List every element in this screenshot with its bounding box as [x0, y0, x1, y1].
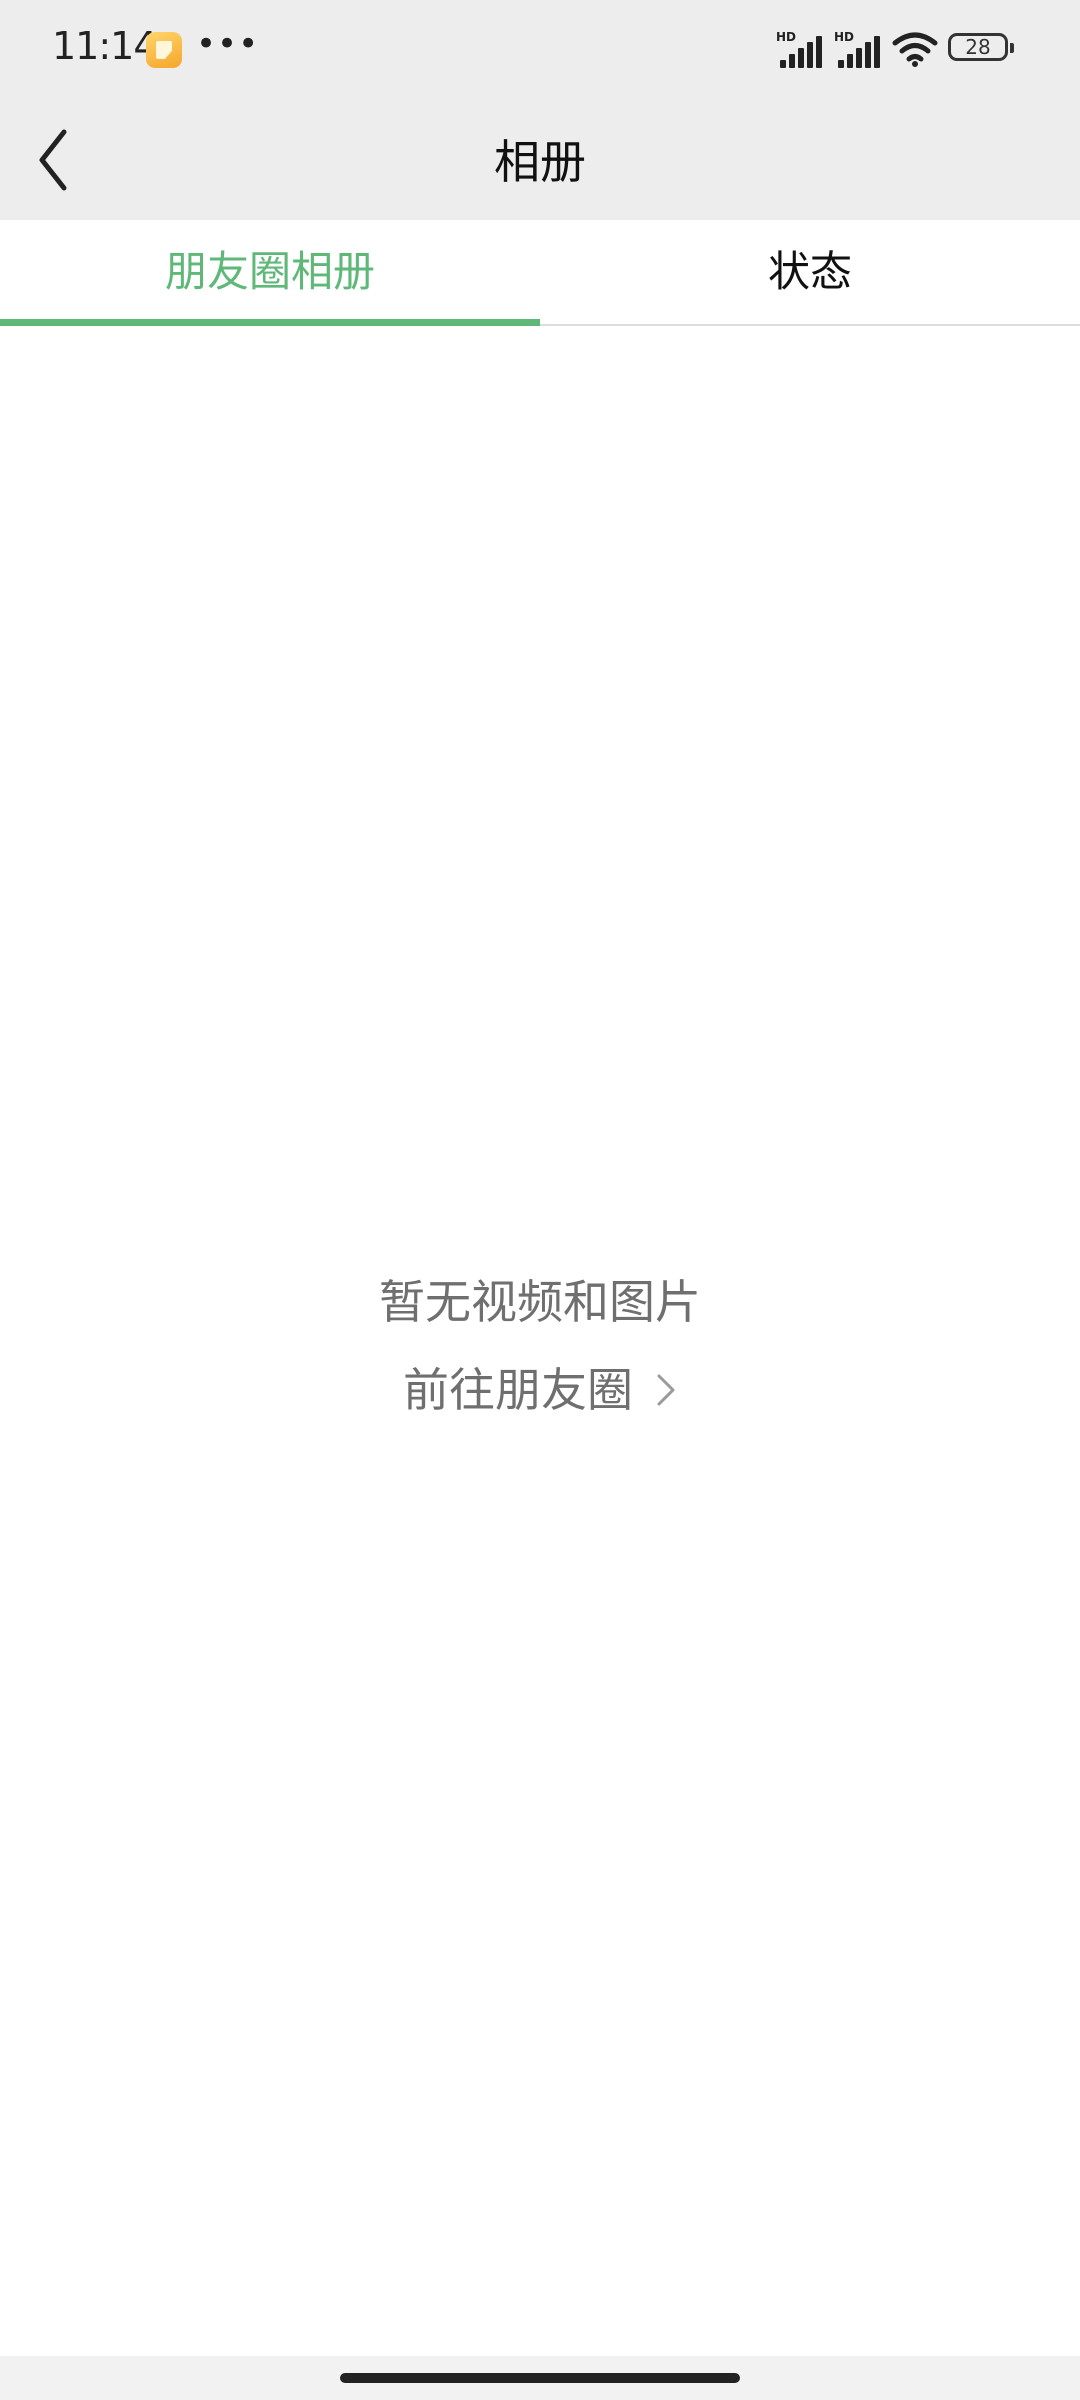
- tab-label: 状态: [767, 247, 852, 296]
- home-indicator[interactable]: [340, 2373, 740, 2383]
- tab-status[interactable]: 状态: [540, 220, 1080, 324]
- tab-bar: 朋友圈相册 状态: [0, 220, 1080, 326]
- battery-icon: 28: [948, 33, 1014, 61]
- wifi-icon: [892, 32, 938, 67]
- go-to-moments-link[interactable]: 前往朋友圈: [0, 1354, 1080, 1420]
- go-to-moments-label: 前往朋友圈: [403, 1363, 633, 1417]
- empty-state-message: 暂无视频和图片: [379, 1275, 701, 1329]
- chevron-right-icon: [657, 1374, 675, 1405]
- status-time: 11:14: [52, 24, 158, 68]
- signal-hd-icon: HD: [834, 30, 884, 68]
- page-title: 相册: [494, 135, 586, 189]
- battery-level: 28: [965, 35, 991, 59]
- more-notifications-icon: •••: [196, 24, 260, 64]
- album-screen: 11:14 ••• HD HD 28 相册 朋友圈相册 状态 暂无视频和图片 前…: [0, 0, 1080, 2400]
- signal-hd-label: HD: [834, 30, 855, 44]
- signal-hd-label: HD: [776, 30, 797, 44]
- tab-label: 朋友圈相册: [164, 247, 375, 296]
- signal-hd-icon: HD: [776, 30, 826, 68]
- active-tab-indicator: [0, 319, 540, 326]
- tab-moments-album[interactable]: 朋友圈相册: [0, 220, 540, 324]
- notification-app-icon: [146, 32, 182, 68]
- nav-bar: 相册: [0, 98, 1080, 220]
- status-bar: 11:14 ••• HD HD 28: [0, 0, 1080, 98]
